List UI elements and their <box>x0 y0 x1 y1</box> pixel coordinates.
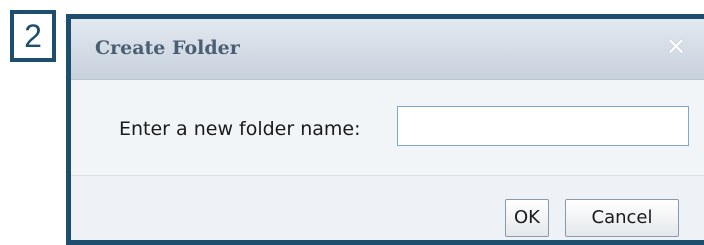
folder-name-input[interactable] <box>397 106 689 146</box>
dialog-title: Create Folder <box>95 37 240 59</box>
cancel-button[interactable]: Cancel <box>565 199 679 237</box>
ok-button[interactable]: OK <box>505 199 549 237</box>
create-folder-dialog: Create Folder ✕ Enter a new folder name:… <box>66 14 704 245</box>
dialog-body: Enter a new folder name: <box>71 80 704 175</box>
step-number-badge: 2 <box>10 10 56 62</box>
folder-name-label: Enter a new folder name: <box>119 118 361 140</box>
close-icon[interactable]: ✕ <box>662 33 690 61</box>
dialog-footer: OK Cancel <box>71 176 704 240</box>
dialog-titlebar: Create Folder ✕ <box>71 19 704 80</box>
